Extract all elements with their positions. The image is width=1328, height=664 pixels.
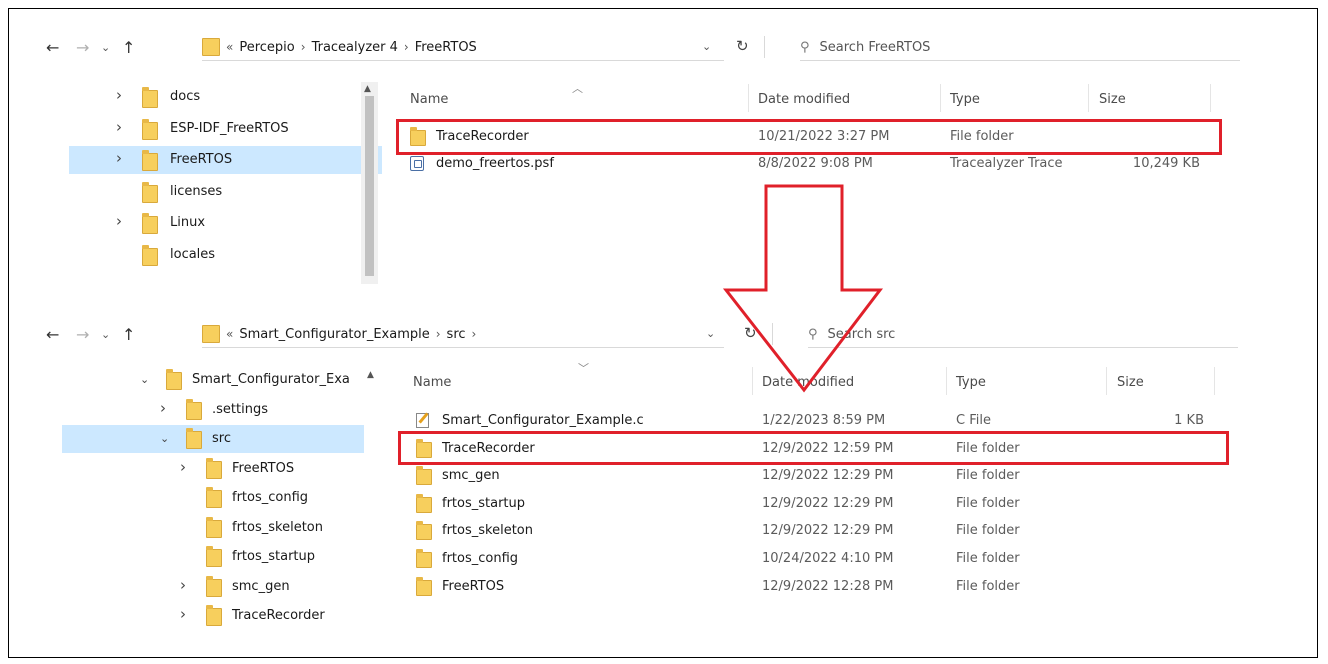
down-arrow-annotation — [722, 184, 884, 393]
